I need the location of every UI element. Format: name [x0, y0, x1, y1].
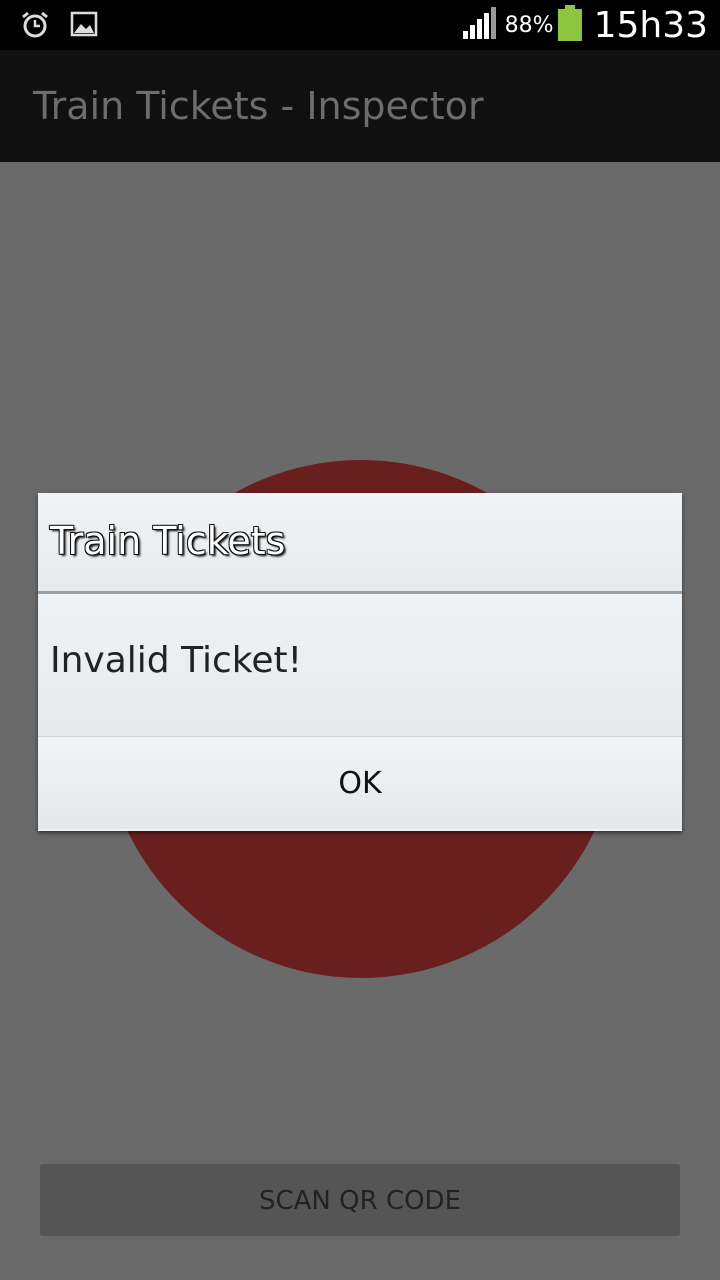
ok-button[interactable]: OK: [38, 736, 682, 829]
battery-percent: 88%: [504, 12, 554, 38]
action-bar: Train Tickets - Inspector: [0, 50, 720, 162]
dialog-message: Invalid Ticket!: [50, 640, 303, 681]
dialog-body: Invalid Ticket!: [38, 594, 682, 736]
scan-qr-code-button[interactable]: SCAN QR CODE: [40, 1164, 680, 1236]
dialog-title: Train Tickets: [50, 519, 286, 563]
signal-icon: [462, 7, 497, 43]
clock: 15h33: [593, 4, 708, 46]
image-icon: [70, 10, 98, 40]
dialog-header: Train Tickets: [38, 493, 682, 591]
alert-dialog: Train Tickets Invalid Ticket! OK: [38, 493, 682, 831]
notification-icons: [20, 10, 98, 40]
battery-icon: [557, 5, 582, 45]
status-bar: 88% 15h33: [0, 0, 720, 50]
alarm-icon: [20, 10, 50, 40]
app-title: Train Tickets - Inspector: [33, 84, 484, 128]
